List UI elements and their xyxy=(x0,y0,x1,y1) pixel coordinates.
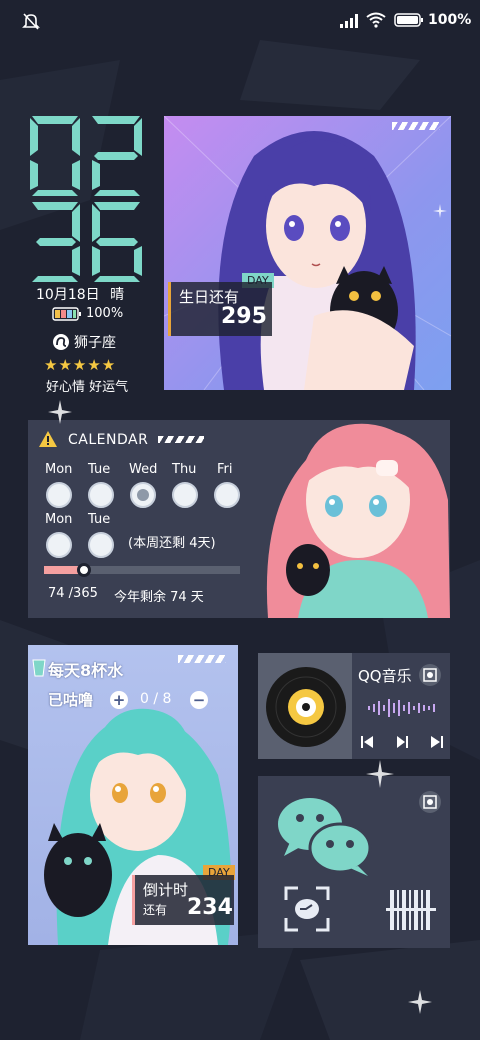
date-text: 10月18日 xyxy=(36,287,100,303)
weather-text: 晴 xyxy=(110,287,125,303)
leo-icon xyxy=(53,334,69,350)
calendar-widget[interactable]: CALENDAR Mon Tue Wed Thu Fri Mon Tue (本周… xyxy=(28,420,450,618)
progress-text: 74 /365 xyxy=(48,586,98,601)
day-label: Mon xyxy=(45,462,73,477)
play-pause-icon[interactable] xyxy=(396,735,410,749)
star-rating: ★★★★★ xyxy=(44,356,117,374)
wechat-widget[interactable] xyxy=(258,776,450,948)
water-cup-icon xyxy=(32,659,46,677)
battery-color-icon xyxy=(52,306,81,321)
calendar-title: CALENDAR xyxy=(68,432,149,448)
scan-icon[interactable] xyxy=(284,886,330,932)
day-circle[interactable] xyxy=(88,532,114,558)
week-remaining: (本周还剩 4天) xyxy=(128,536,216,551)
mood-text: 好心情 好运气 xyxy=(46,380,129,395)
year-left-text: 今年剩余 74 天 xyxy=(114,590,204,605)
zodiac-text: 狮子座 xyxy=(74,335,116,351)
date-weather: 10月18日 晴 xyxy=(36,284,124,304)
barcode-icon[interactable] xyxy=(386,888,436,932)
battery-widget: 100% xyxy=(52,306,123,321)
stripe-decoration xyxy=(178,655,226,663)
day-label: Tue xyxy=(88,512,111,527)
countdown-sub: 还有 xyxy=(143,903,168,917)
anime-girl-illustration xyxy=(164,116,451,390)
status-bar: 100% xyxy=(0,0,480,40)
day-label: Mon xyxy=(45,512,73,527)
stripe-decoration xyxy=(158,436,204,443)
day-label: Fri xyxy=(217,462,233,477)
day-circle[interactable] xyxy=(46,532,72,558)
day-circle[interactable] xyxy=(46,482,72,508)
year-progress-knob[interactable] xyxy=(76,563,91,577)
countdown-label: 倒计时 xyxy=(143,881,189,899)
birthday-days: 295 xyxy=(221,304,267,329)
countdown-days: 234 xyxy=(187,895,233,920)
day-label: Thu xyxy=(172,462,197,477)
zodiac: 狮子座 xyxy=(52,332,116,352)
screenshot-icon[interactable] xyxy=(418,790,442,814)
day-circle[interactable] xyxy=(172,482,198,508)
battery-widget-text: 100% xyxy=(86,306,124,321)
signal-icon xyxy=(340,14,358,28)
day-circle[interactable] xyxy=(88,482,114,508)
battery-percent: 100% xyxy=(428,12,472,28)
countdown-panel: 倒计时 还有 234 xyxy=(132,875,234,925)
wechat-icon[interactable] xyxy=(272,790,382,880)
water-title: 每天8杯水 xyxy=(48,661,124,680)
sound-wave-icon xyxy=(368,699,435,717)
vinyl-record-icon[interactable] xyxy=(264,665,348,749)
battery-icon xyxy=(394,13,423,27)
water-count: 0 / 8 xyxy=(140,691,172,707)
add-water-button[interactable]: + xyxy=(110,691,128,709)
warning-icon xyxy=(39,431,57,447)
mute-bell-icon xyxy=(22,13,40,30)
wifi-icon xyxy=(366,12,386,28)
clock-display[interactable] xyxy=(28,112,148,284)
birthday-widget[interactable]: DAY 生日还有 295 xyxy=(164,116,451,390)
music-widget[interactable]: QQ音乐 xyxy=(258,653,450,759)
day-circle[interactable] xyxy=(214,482,240,508)
previous-icon[interactable] xyxy=(360,735,374,749)
water-drunk-label: 已咕噜 xyxy=(48,691,94,709)
year-progress-track xyxy=(44,563,240,577)
birthday-panel: 生日还有 295 xyxy=(168,282,272,336)
next-icon[interactable] xyxy=(430,735,444,749)
remove-water-button[interactable]: − xyxy=(190,691,208,709)
music-app-name: QQ音乐 xyxy=(358,667,412,685)
day-label: Wed xyxy=(129,462,158,477)
day-circle-current[interactable] xyxy=(130,482,156,508)
stripe-decoration xyxy=(392,122,440,130)
day-label: Tue xyxy=(88,462,111,477)
screenshot-icon[interactable] xyxy=(418,663,442,687)
water-widget[interactable]: 每天8杯水 已咕噜 + 0 / 8 − DAY 倒计时 还有 234 xyxy=(28,645,238,945)
